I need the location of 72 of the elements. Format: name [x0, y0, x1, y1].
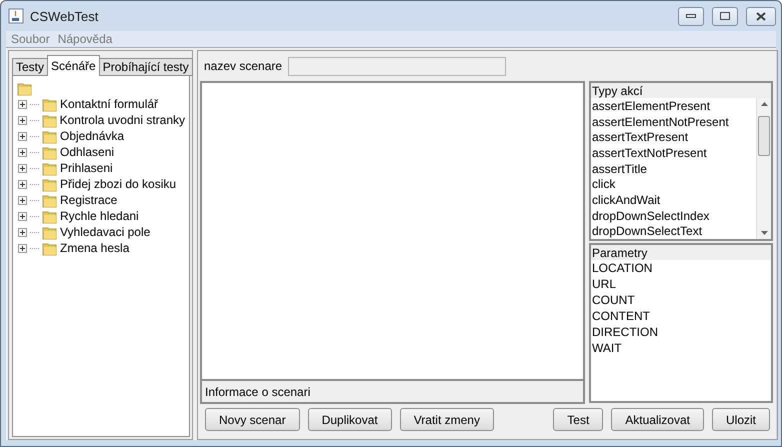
close-button[interactable] [746, 6, 776, 26]
expand-icon[interactable] [18, 228, 27, 236]
info-label: Informace o scenari [200, 381, 585, 404]
scroll-down-icon[interactable] [761, 231, 768, 235]
folder-icon [42, 128, 57, 144]
folder-icon [42, 240, 57, 256]
list-item[interactable]: clickAndWait [591, 192, 756, 208]
action-button[interactable]: Vratit zmeny [400, 408, 494, 431]
tree-item[interactable]: Rychle hledani [60, 209, 139, 223]
tree-item[interactable]: Odhlaseni [60, 145, 114, 159]
tree-item[interactable]: Objednávka [60, 129, 124, 143]
list-item[interactable]: LOCATION [591, 260, 771, 276]
list-item[interactable]: COUNT [591, 292, 771, 308]
folder-icon [42, 208, 57, 224]
action-button[interactable]: Aktualizovat [611, 408, 704, 431]
list-item[interactable]: CONTENT [591, 308, 771, 324]
folder-icon [42, 192, 57, 208]
tree-item[interactable]: Přidej zbozi do kosiku [60, 177, 176, 191]
tree-item[interactable]: Registrace [60, 193, 118, 207]
expand-icon[interactable] [18, 196, 27, 204]
expand-icon[interactable] [18, 180, 27, 188]
list-item[interactable]: click [591, 176, 756, 192]
expand-icon[interactable] [18, 164, 27, 172]
expand-icon[interactable] [18, 100, 27, 108]
expand-icon[interactable] [18, 244, 27, 252]
text-area[interactable] [200, 81, 585, 381]
list-item[interactable]: WAIT [591, 340, 771, 356]
scrollbar[interactable] [756, 98, 771, 239]
list-item[interactable]: DIRECTION [591, 324, 771, 340]
minimize-icon [686, 14, 696, 18]
list-item[interactable]: assertElementPresent [591, 98, 756, 114]
tree-item[interactable]: Kontrola uvodni stranky [60, 113, 185, 127]
window-title: CSWebTest [30, 8, 98, 24]
expand-icon[interactable] [18, 116, 27, 124]
tab[interactable]: Testy [12, 58, 48, 76]
tab[interactable]: Scénáře [47, 55, 100, 76]
close-icon [756, 12, 766, 20]
tree-item[interactable]: Prihlaseni [60, 161, 113, 175]
maximize-button[interactable] [712, 6, 738, 26]
scrollbar-thumb[interactable] [758, 116, 770, 156]
list-item[interactable]: assertTitle [591, 160, 756, 176]
list-item[interactable]: dropDownSelectText [591, 223, 756, 239]
folder-icon [42, 224, 57, 240]
folder-icon [42, 176, 57, 192]
action-button[interactable]: Test [553, 408, 604, 431]
tab[interactable]: Probíhající testy [98, 58, 193, 76]
list-item[interactable]: URL [591, 276, 771, 292]
list-item[interactable]: assertTextNotPresent [591, 145, 756, 161]
list-header: Parametry [591, 245, 771, 260]
list-header: Typy akcí [591, 83, 771, 98]
list-item[interactable]: assertElementNotPresent [591, 114, 756, 130]
field-label: nazev scenare [204, 59, 282, 73]
folder-icon [42, 160, 57, 176]
maximize-icon [720, 12, 730, 20]
tree-item[interactable]: Vyhledavaci pole [60, 225, 150, 239]
list-item[interactable]: assertTextPresent [591, 129, 756, 146]
tree-item[interactable]: Kontaktní formulář [60, 97, 158, 111]
expand-icon[interactable] [18, 212, 27, 220]
tree-item[interactable]: Zmena hesla [60, 241, 130, 255]
minimize-button[interactable] [678, 6, 704, 26]
expand-icon[interactable] [18, 132, 27, 140]
folder-icon [42, 144, 57, 160]
action-button[interactable]: Ulozit [712, 408, 770, 431]
list-item[interactable]: dropDownSelectIndex [591, 208, 756, 224]
folder-icon [42, 112, 57, 128]
action-button[interactable]: Novy scenar [205, 408, 300, 431]
name-field[interactable] [288, 56, 506, 76]
folder-icon [17, 80, 32, 96]
folder-icon [42, 96, 57, 112]
action-button[interactable]: Duplikovat [308, 408, 392, 431]
scroll-up-icon[interactable] [761, 102, 768, 106]
expand-icon[interactable] [18, 148, 27, 156]
